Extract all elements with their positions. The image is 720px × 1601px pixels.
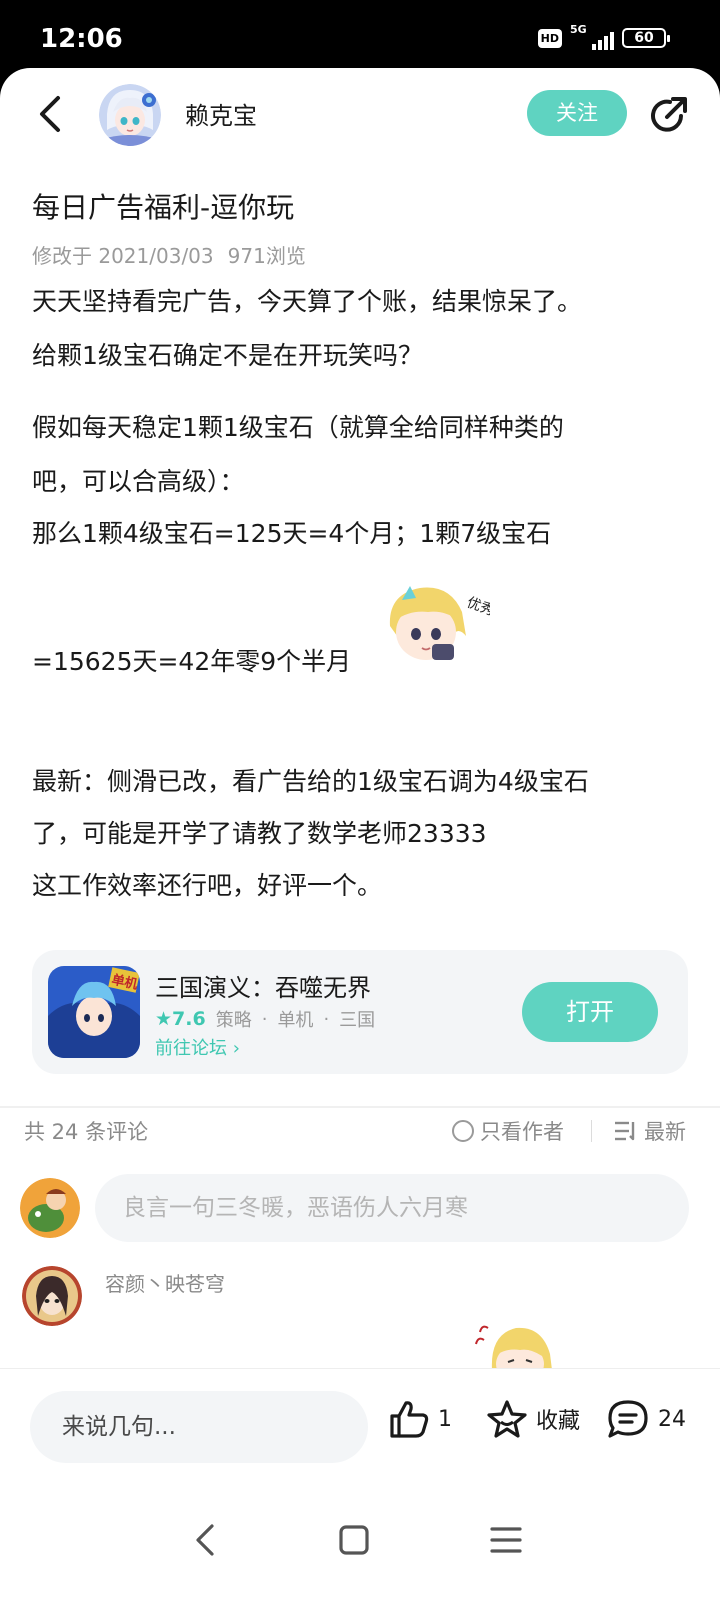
sort-button[interactable]: 最新: [614, 1116, 686, 1146]
sort-icon: [615, 1121, 635, 1141]
comments-count: 共 24 条评论: [24, 1120, 149, 1144]
follow-button[interactable]: 关注: [527, 90, 627, 136]
comment-input[interactable]: 良言一句三冬暖，恶语伤人六月寒: [95, 1174, 689, 1242]
game-tag: 策略: [215, 1010, 252, 1031]
author-avatar[interactable]: [99, 84, 161, 146]
comment-button[interactable]: 24: [606, 1399, 686, 1439]
system-nav-bar: [0, 1488, 720, 1601]
share-button[interactable]: [648, 94, 690, 136]
star-icon: [487, 1400, 527, 1438]
thumbs-up-icon: [390, 1401, 429, 1438]
post-title: 每日广告福利-逗你玩: [32, 191, 295, 224]
status-time: 12:06: [40, 24, 123, 54]
game-tag: 单机: [277, 1010, 314, 1031]
radio-icon: [452, 1120, 474, 1142]
sort-label: 最新: [644, 1120, 686, 1144]
post-line: 假如每天稳定1颗1级宝石（就算全给同样种类的: [32, 413, 564, 442]
share-icon: [651, 97, 687, 132]
author-only-label: 只看作者: [480, 1120, 564, 1144]
nav-menu-icon: [490, 1527, 522, 1553]
post-meta: 修改于 2021/03/03 971浏览: [32, 240, 306, 269]
comment-icon: [608, 1400, 648, 1438]
modified-date: 修改于 2021/03/03: [32, 244, 214, 268]
like-button[interactable]: 1: [388, 1399, 452, 1439]
view-count: 971浏览: [227, 244, 306, 268]
hd-icon: HD: [537, 28, 562, 48]
post-page: 赖克宝 关注 每日广告福利-逗你玩 修改于 2021/03/03 971浏览 天…: [0, 68, 720, 1601]
collect-button[interactable]: 收藏: [486, 1399, 580, 1439]
game-name[interactable]: 三国演义：吞噬无界: [155, 968, 371, 1003]
author-name[interactable]: 赖克宝: [185, 96, 257, 131]
bottom-action-bar: 来说几句... 1 收藏 24: [0, 1368, 720, 1488]
post-line: 给颗1级宝石确定不是在开玩笑吗？: [32, 341, 423, 370]
nav-home-button[interactable]: [334, 1520, 374, 1560]
collect-label: 收藏: [536, 1409, 581, 1434]
network-type: 5G: [570, 23, 587, 36]
post-line: 那么1颗4级宝石=125天=4个月；1颗7级宝石: [32, 519, 552, 548]
post-line: 最新：侧滑已改，看广告给的1级宝石调为4级宝石: [32, 767, 589, 796]
status-icons: HD 5G 60: [537, 23, 670, 50]
game-info: ★7.6 策略 · 单机 · 三国: [155, 1006, 375, 1032]
nav-home-icon: [339, 1525, 369, 1555]
chevron-left-icon: [40, 96, 60, 132]
signal-icon: 5G: [570, 23, 614, 50]
comment-sticker-image: [472, 1314, 562, 1370]
post-line: 了，可能是开学了请教了数学老师23333: [32, 819, 487, 848]
sticker-image: 优秀: [380, 576, 496, 676]
commenter-avatar[interactable]: [22, 1266, 82, 1326]
nav-menu-button[interactable]: [486, 1520, 526, 1560]
nav-back-icon: [196, 1524, 214, 1556]
like-count: 1: [438, 1406, 452, 1432]
back-button[interactable]: [30, 90, 74, 138]
forum-link[interactable]: 前往论坛 ›: [155, 1034, 240, 1060]
header: 赖克宝 关注: [0, 68, 720, 160]
open-game-button[interactable]: 打开: [522, 982, 658, 1042]
commenter-name[interactable]: 容颜丶映苍穹: [105, 1268, 225, 1297]
reply-input[interactable]: 来说几句...: [30, 1391, 368, 1463]
battery-icon: 60: [622, 28, 670, 48]
author-only-toggle[interactable]: 只看作者: [452, 1116, 564, 1146]
divider: [591, 1120, 592, 1142]
post-line: =15625天=42年零9个半月: [32, 647, 352, 676]
post-line: 这工作效率还行吧，好评一个。: [32, 871, 383, 900]
sticker-caption: 优秀: [465, 595, 490, 620]
game-icon[interactable]: 单机: [48, 966, 140, 1058]
my-avatar: [20, 1178, 80, 1238]
game-tag-sep: ·: [261, 1008, 268, 1030]
game-tag: 三国: [339, 1010, 376, 1031]
nav-back-button[interactable]: [186, 1520, 226, 1560]
section-divider: [0, 1106, 720, 1108]
post-line: 吧，可以合高级）：: [32, 467, 245, 496]
post-line: 天天坚持看完广告，今天算了个账，结果惊呆了。: [32, 287, 583, 316]
comment-count: 24: [658, 1406, 686, 1432]
game-card[interactable]: 单机 三国演义：吞噬无界 ★7.6 策略 · 单机 · 三国 前往论坛 › 打开: [32, 950, 688, 1074]
game-rating: ★7.6: [155, 1008, 206, 1030]
game-tag-sep: ·: [323, 1008, 330, 1030]
